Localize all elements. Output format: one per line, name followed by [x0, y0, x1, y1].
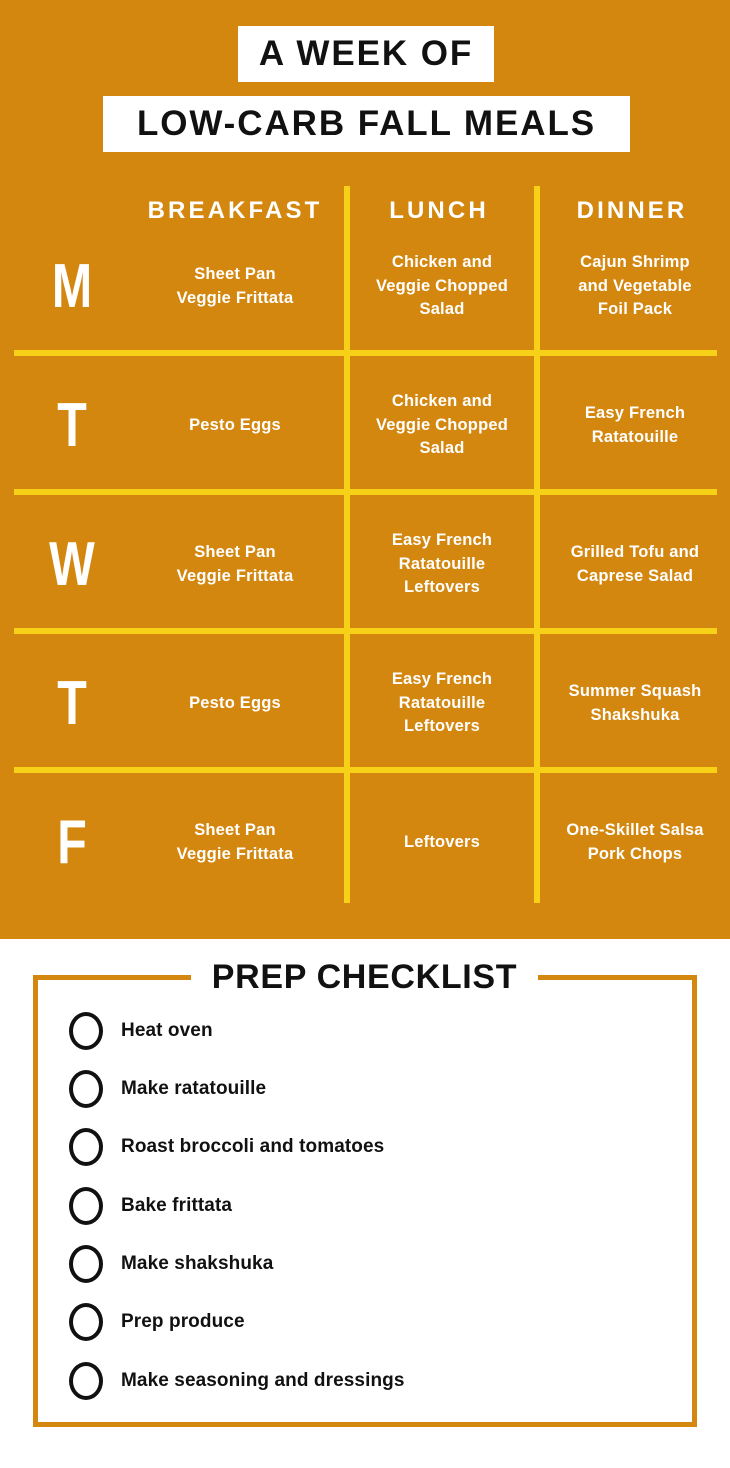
meal-cell-breakfast: Sheet Pan Veggie Frittata: [176, 820, 294, 863]
prep-checklist-box: PREP CHECKLIST Heat oven Make ratatouill…: [33, 949, 697, 1427]
checkbox-icon[interactable]: [69, 1187, 103, 1225]
table-row: W Sheet Pan Veggie Frittata Easy French Ra…: [0, 495, 730, 634]
list-item[interactable]: Heat oven: [69, 1011, 213, 1051]
list-item[interactable]: Make shakshuka: [69, 1244, 273, 1284]
checklist-item-label: Roast broccoli and tomatoes: [121, 1136, 385, 1157]
day-letter-thursday: T: [57, 668, 87, 738]
checkbox-icon[interactable]: [69, 1362, 103, 1400]
checklist-border-right: [692, 975, 697, 1427]
day-letter-monday: M: [51, 251, 93, 321]
meal-cell-lunch: Leftovers: [403, 832, 481, 851]
table-row: M Sheet Pan Veggie Frittata Chicken and Ve…: [0, 217, 730, 356]
meal-cell-breakfast: Pesto Eggs: [189, 415, 281, 434]
meal-cell-lunch: Easy French Ratatouille Leftovers: [391, 669, 493, 736]
title-banner-line2: LOW-CARB FALL MEALS: [103, 96, 630, 152]
day-letter-tuesday: T: [57, 390, 87, 460]
checklist-border-left: [33, 975, 38, 1427]
checklist-item-label: Make ratatouille: [121, 1078, 267, 1099]
list-item[interactable]: Make ratatouille: [69, 1069, 266, 1109]
checkbox-icon[interactable]: [69, 1070, 103, 1108]
meal-cell-lunch: Chicken and Veggie Chopped Salad: [375, 252, 509, 319]
title-banner-line1: A WEEK OF: [238, 26, 494, 82]
day-letter-friday: F: [57, 807, 87, 877]
checklist-item-label: Make shakshuka: [121, 1253, 274, 1274]
meal-cell-dinner: One-Skillet Salsa Pork Chops: [566, 820, 704, 863]
checklist-item-label: Bake frittata: [121, 1195, 233, 1216]
checklist-border-top-left: [33, 975, 191, 980]
meal-cell-breakfast: Sheet Pan Veggie Frittata: [176, 264, 294, 307]
meal-cell-dinner: Cajun Shrimp and Vegetable Foil Pack: [578, 252, 692, 319]
list-item[interactable]: Roast broccoli and tomatoes: [69, 1127, 384, 1167]
checklist-item-label: Make seasoning and dressings: [121, 1370, 405, 1391]
title-line2-text: LOW-CARB FALL MEALS: [136, 104, 597, 143]
checklist-border-bottom: [33, 1422, 697, 1427]
table-row: T Pesto Eggs Easy French Ratatouille Lefto…: [0, 634, 730, 773]
day-letter-wednesday: W: [49, 529, 95, 599]
checklist-item-label: Heat oven: [121, 1020, 213, 1041]
checklist-item-label: Prep produce: [121, 1311, 245, 1332]
checkbox-icon[interactable]: [69, 1245, 103, 1283]
meal-cell-breakfast: Sheet Pan Veggie Frittata: [176, 542, 294, 585]
checkbox-icon[interactable]: [69, 1303, 103, 1341]
meal-cell-breakfast: Pesto Eggs: [189, 693, 281, 712]
meal-cell-dinner: Grilled Tofu and Caprese Salad: [570, 542, 700, 585]
meal-cell-lunch: Chicken and Veggie Chopped Salad: [375, 391, 509, 458]
list-item[interactable]: Bake frittata: [69, 1186, 232, 1226]
title-line1-text: A WEEK OF: [258, 34, 474, 73]
list-item[interactable]: Make seasoning and dressings: [69, 1361, 405, 1401]
table-row: T Pesto Eggs Chicken and Veggie Chopped Sa…: [0, 356, 730, 495]
meal-cell-dinner: Summer Squash Shakshuka: [568, 681, 702, 724]
list-item[interactable]: Prep produce: [69, 1302, 245, 1342]
table-row: F Sheet Pan Veggie Frittata Leftovers One…: [0, 773, 730, 912]
meal-cell-dinner: Easy French Ratatouille: [584, 403, 686, 446]
checklist-border-top-right: [538, 975, 697, 980]
checkbox-icon[interactable]: [69, 1128, 103, 1166]
meal-plan-panel: A WEEK OF LOW-CARB FALL MEALS BREAKFAST …: [0, 0, 730, 939]
checklist-title: PREP CHECKLIST: [191, 949, 538, 1005]
checkbox-icon[interactable]: [69, 1012, 103, 1050]
meal-cell-lunch: Easy French Ratatouille Leftovers: [391, 530, 493, 597]
